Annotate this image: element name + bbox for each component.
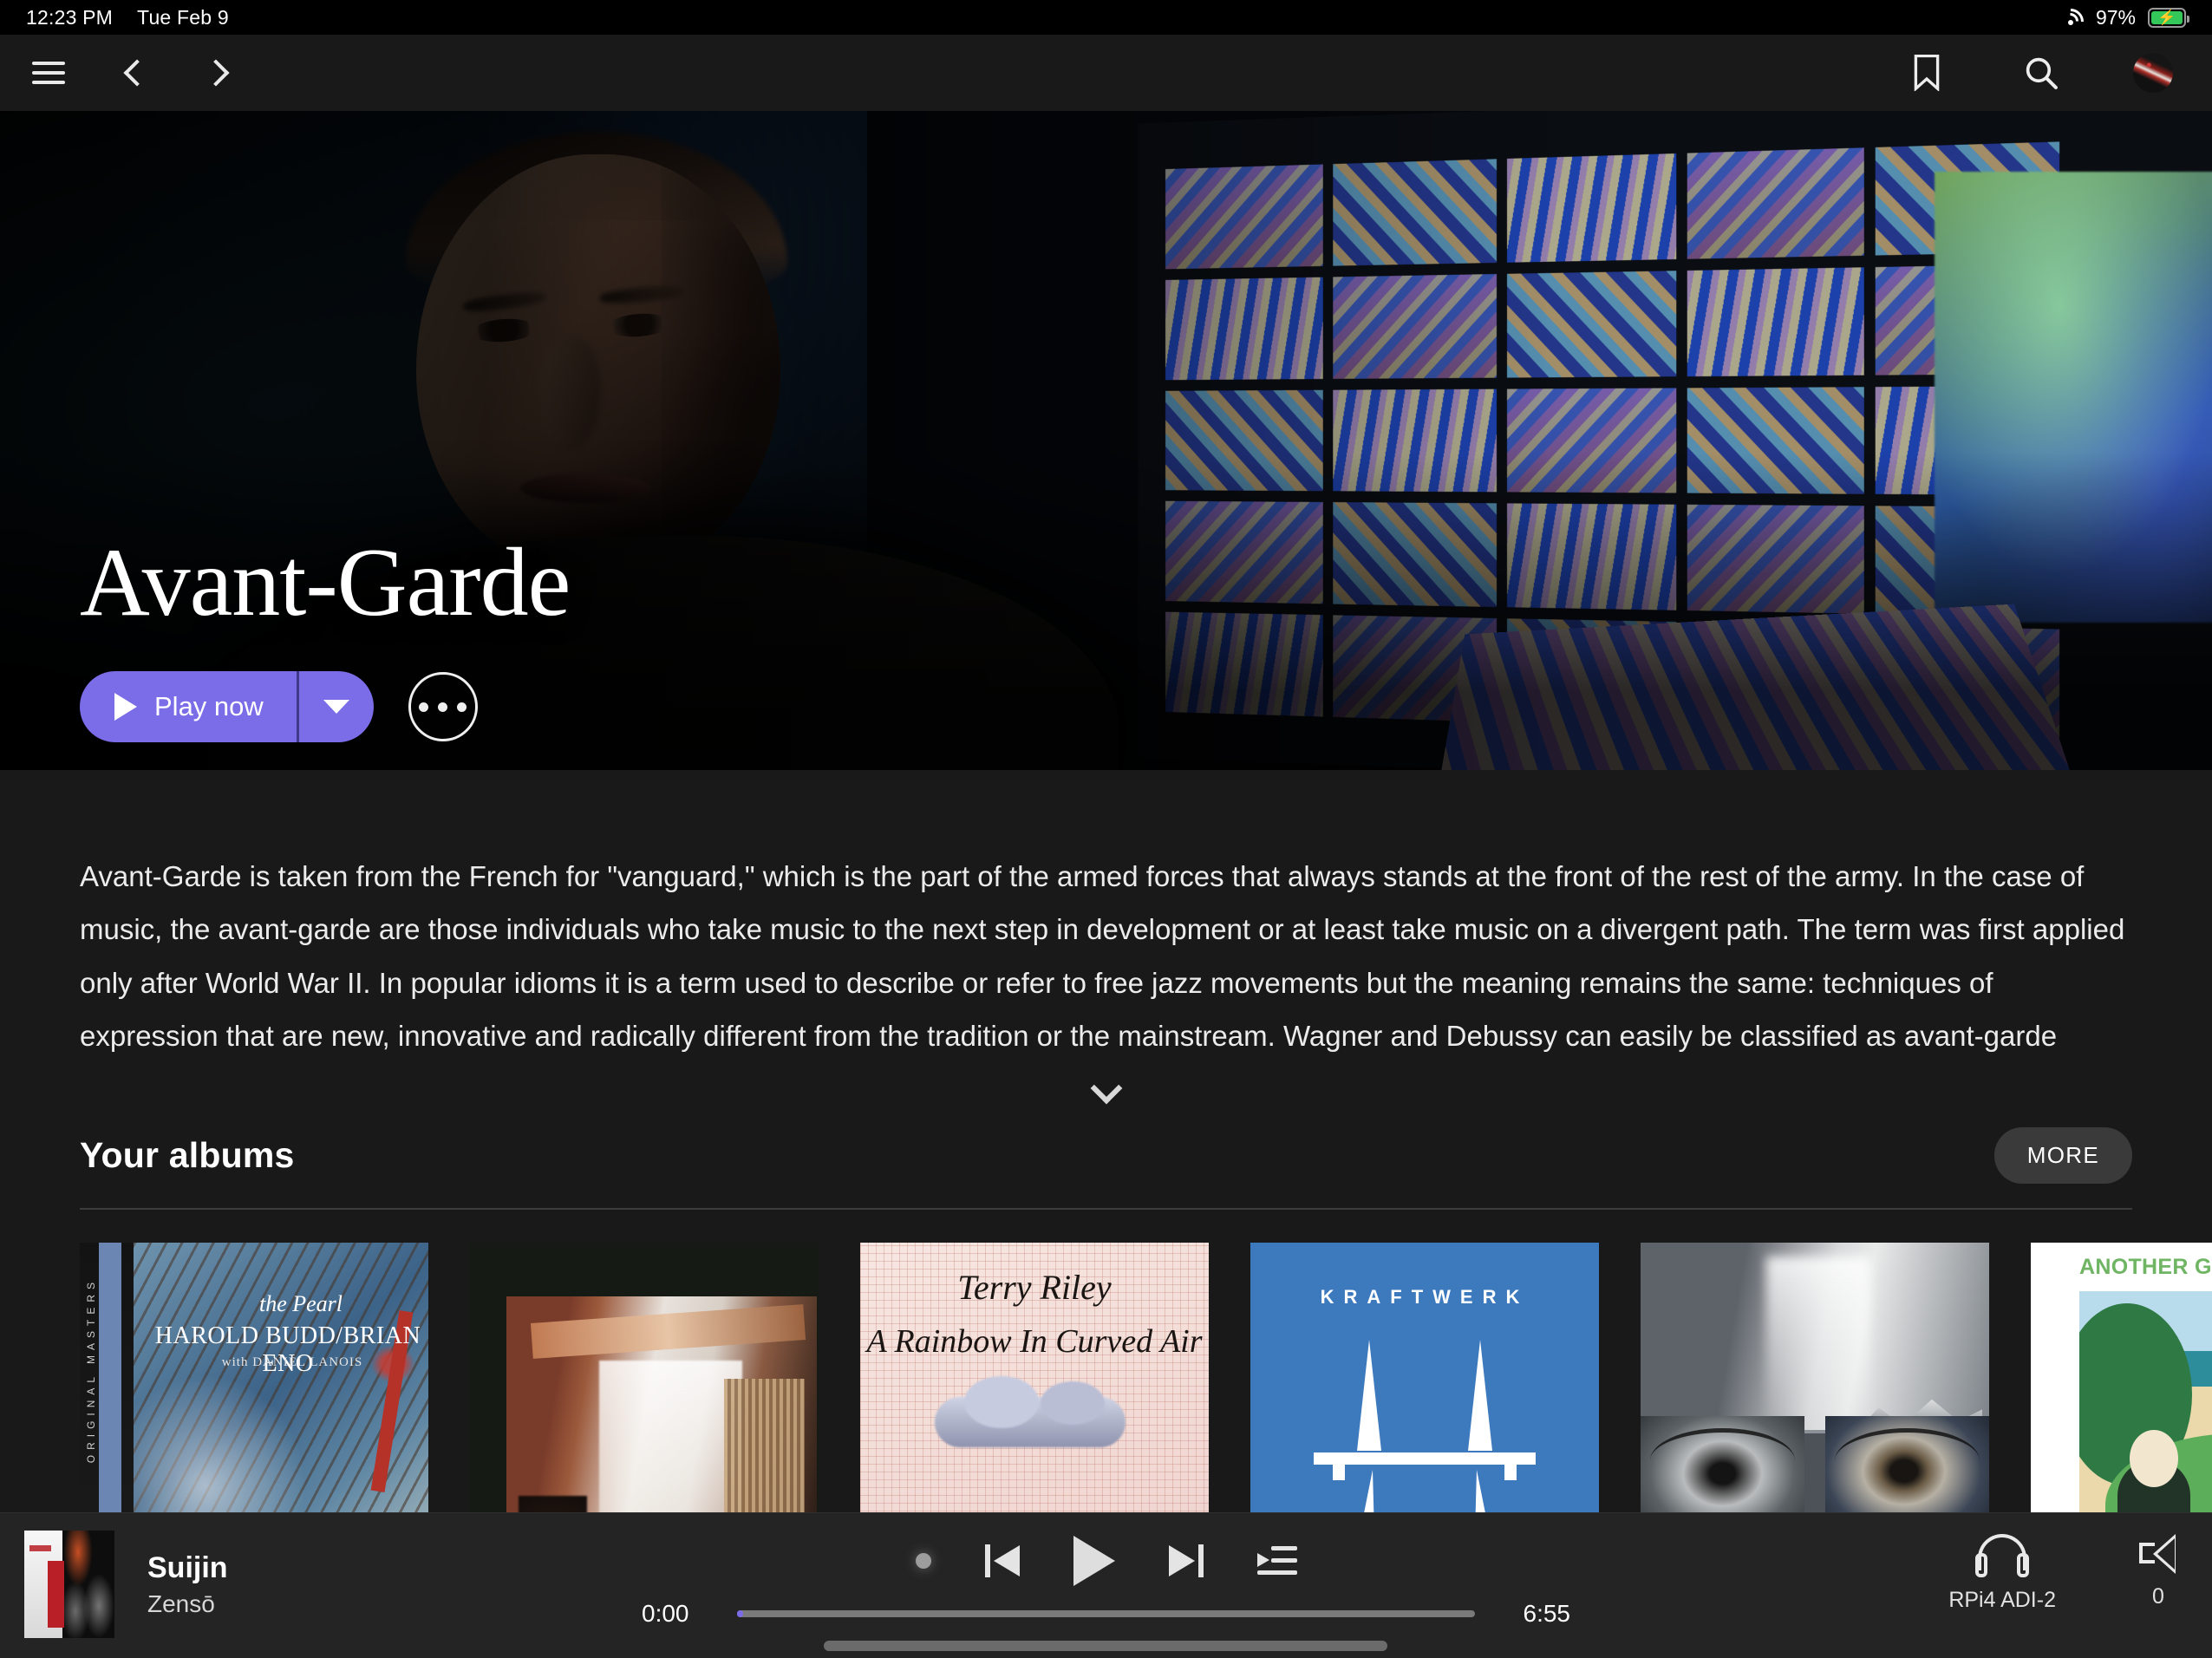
- expand-description-button[interactable]: [80, 1086, 2132, 1100]
- play-options-dropdown[interactable]: [299, 671, 374, 742]
- volume-value: 0: [2152, 1584, 2164, 1609]
- nav-left-group: [26, 50, 241, 95]
- section-header: Your albums MORE: [80, 1127, 2132, 1184]
- caret-down-icon: [323, 700, 349, 714]
- playback-progress: 0:00 6:55: [642, 1600, 1570, 1628]
- section-title: Your albums: [80, 1135, 294, 1176]
- now-playing-meta: Suijin Zensō: [147, 1551, 228, 1618]
- wifi-icon: [2058, 8, 2084, 27]
- now-playing-info[interactable]: Suijin Zensō: [24, 1531, 228, 1638]
- album-title-line3: with DANIEL LANOIS: [175, 1355, 409, 1370]
- album-strip-text: ORIGINAL MASTERS: [85, 1277, 97, 1463]
- play-now-button-group: Play now: [80, 671, 374, 742]
- now-playing-artist: Zensō: [147, 1590, 228, 1618]
- play-icon[interactable]: [1073, 1536, 1115, 1586]
- elapsed-time: 0:00: [642, 1600, 709, 1628]
- now-playing-album-art[interactable]: [24, 1531, 114, 1638]
- ios-status-bar: 12:23 PM Tue Feb 9 97% ⚡: [0, 0, 2212, 35]
- section-divider: [80, 1208, 2132, 1210]
- status-bar-right: 97% ⚡: [2058, 6, 2186, 29]
- chevron-left-icon[interactable]: [111, 50, 156, 95]
- more-options-button[interactable]: [408, 672, 478, 741]
- seek-slider[interactable]: [737, 1610, 1475, 1617]
- play-now-button[interactable]: Play now: [80, 671, 297, 742]
- skip-previous-icon[interactable]: [985, 1542, 1020, 1580]
- page-title: Avant-Garde: [80, 532, 570, 635]
- album-title: ANOTHER GREEN WORLD: [2079, 1255, 2212, 1280]
- skip-next-icon[interactable]: [1169, 1542, 1204, 1580]
- volume-control[interactable]: 0: [2139, 1534, 2177, 1609]
- horizontal-scrollbar[interactable]: [824, 1641, 1387, 1651]
- hero-content: Avant-Garde Play now: [80, 532, 570, 742]
- genre-hero-banner: Avant-Garde Play now: [0, 111, 2212, 770]
- bookmark-icon[interactable]: [1904, 50, 1949, 95]
- album-artist-name: KRAFTWERK: [1250, 1286, 1599, 1309]
- play-now-label: Play now: [154, 691, 264, 722]
- genre-description-text: Avant-Garde is taken from the French for…: [80, 850, 2132, 1065]
- roon-app-window: 12:23 PM Tue Feb 9 97% ⚡ Avant-Garde Pla…: [0, 0, 2212, 1658]
- chevron-right-icon[interactable]: [196, 50, 241, 95]
- status-time: 12:23 PM: [26, 6, 113, 29]
- hero-action-row: Play now: [80, 671, 570, 742]
- search-icon[interactable]: [2019, 50, 2064, 95]
- ellipsis-icon: [419, 702, 428, 712]
- status-date: Tue Feb 9: [137, 6, 229, 29]
- top-navigation-bar: [0, 35, 2212, 111]
- play-queue-icon[interactable]: [1257, 1546, 1297, 1576]
- duration-time: 6:55: [1503, 1600, 1570, 1628]
- now-playing-bar: Suijin Zensō 0:00 6:55 RPi4 ADI-2 0: [0, 1512, 2212, 1658]
- zone-label: RPi4 ADI-2: [1948, 1588, 2056, 1613]
- status-bar-left: 12:23 PM Tue Feb 9: [26, 6, 229, 29]
- hamburger-menu-icon[interactable]: [26, 50, 71, 95]
- album-title: A Rainbow In Curved Air: [860, 1322, 1209, 1361]
- headphones-icon: [1975, 1534, 2029, 1577]
- speaker-icon: [2139, 1534, 2177, 1574]
- album-artist-name: Terry Riley: [860, 1267, 1209, 1308]
- loading-dot-indicator: [916, 1553, 931, 1569]
- chevron-down-icon: [1090, 1073, 1122, 1105]
- play-triangle-icon: [114, 693, 137, 721]
- nav-right-group: [1904, 50, 2186, 95]
- battery-charging-icon: ⚡: [2148, 8, 2186, 28]
- now-playing-title: Suijin: [147, 1551, 228, 1585]
- genre-description-block: Avant-Garde is taken from the French for…: [0, 770, 2212, 1100]
- user-avatar[interactable]: [2133, 53, 2173, 93]
- battery-percent-label: 97%: [2096, 6, 2136, 29]
- album-title-line1: the Pearl: [184, 1291, 418, 1317]
- transport-controls: [916, 1536, 1297, 1586]
- zone-selector[interactable]: RPi4 ADI-2: [1948, 1534, 2056, 1613]
- output-controls: RPi4 ADI-2 0: [1948, 1534, 2177, 1613]
- more-button[interactable]: MORE: [1994, 1127, 2132, 1184]
